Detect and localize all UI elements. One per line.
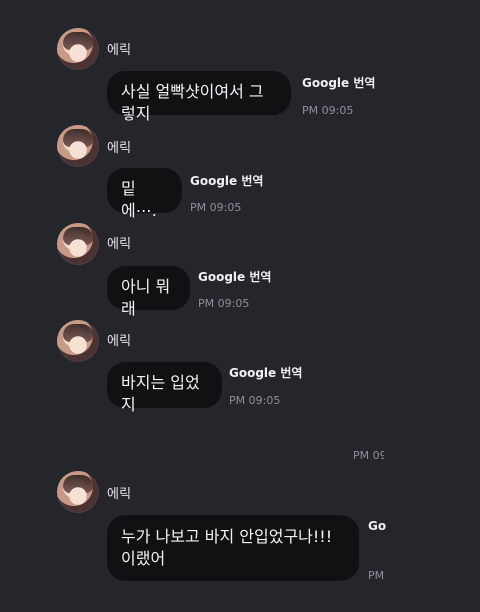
- google-translate-link[interactable]: Google 번역: [302, 76, 375, 90]
- google-translate-link[interactable]: Google 번역: [229, 366, 302, 380]
- avatar[interactable]: [57, 223, 99, 265]
- sender-name: 에릭: [107, 334, 132, 349]
- message-timestamp-partial: PM: [368, 569, 385, 582]
- google-translate-link[interactable]: Google 번역: [190, 174, 263, 188]
- message-timestamp: PM 09:05: [190, 201, 242, 214]
- sender-name: 에릭: [107, 237, 132, 252]
- google-translate-link-partial[interactable]: Go: [368, 519, 388, 533]
- sender-name: 에릭: [107, 487, 132, 502]
- message-timestamp: PM 09:05: [302, 104, 354, 117]
- message-bubble[interactable]: 바지는 입었지: [107, 362, 222, 414]
- message-bubble[interactable]: 누가 나보고 바지 안입었구나!!! 이랬어: [107, 515, 359, 581]
- avatar[interactable]: [57, 125, 99, 167]
- avatar[interactable]: [57, 471, 99, 513]
- message-timestamp-partial: PM 09: [353, 449, 384, 462]
- avatar[interactable]: [57, 320, 99, 362]
- sender-name: 에릭: [107, 141, 132, 156]
- chat-thread: 에릭 사실 얼빡샷이여서 그렇지 Google 번역 PM 09:05 에릭 밑…: [0, 0, 480, 612]
- message-bubble[interactable]: 밑에⋯.: [107, 168, 182, 220]
- message-bubble[interactable]: 아니 뭐래: [107, 266, 190, 318]
- sender-name: 에릭: [107, 43, 132, 58]
- message-bubble[interactable]: 사실 얼빡샷이여서 그렇지: [107, 71, 291, 123]
- avatar[interactable]: [57, 28, 99, 70]
- google-translate-link[interactable]: Google 번역: [198, 270, 271, 284]
- message-timestamp: PM 09:05: [229, 394, 281, 407]
- message-timestamp: PM 09:05: [198, 297, 250, 310]
